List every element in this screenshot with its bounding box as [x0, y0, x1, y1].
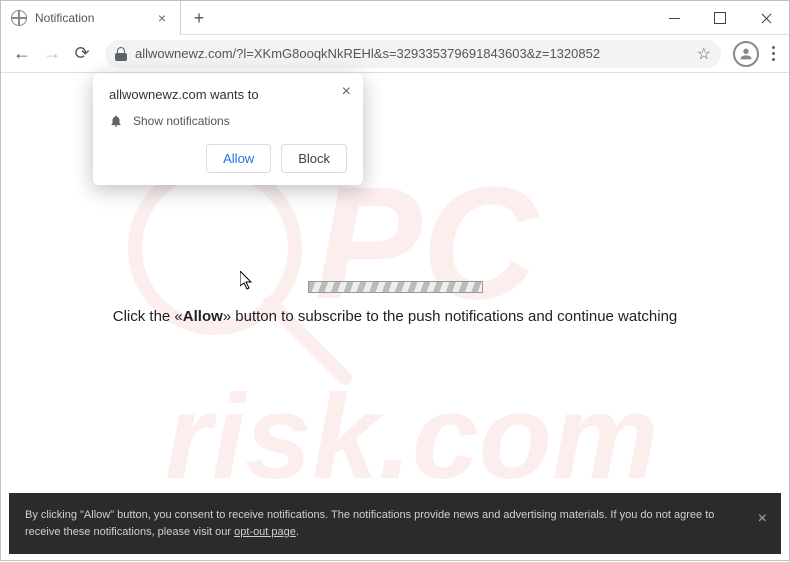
window-controls: [651, 1, 789, 35]
globe-icon: [11, 10, 27, 26]
banner-text: By clicking "Allow" button, you consent …: [25, 509, 714, 538]
center-content: Click the «Allow» button to subscribe to…: [1, 281, 789, 326]
browser-toolbar: ← → ⟳ allwownewz.com/?l=XKmG8ooqkNkREHl&…: [1, 35, 789, 73]
popup-text: Show notifications: [133, 114, 230, 128]
window-minimize-button[interactable]: [651, 1, 697, 35]
tab-close-icon[interactable]: ×: [154, 10, 170, 26]
window-close-button[interactable]: [743, 1, 789, 35]
profile-avatar[interactable]: [733, 41, 759, 67]
bookmark-star-icon[interactable]: ☆: [697, 44, 711, 64]
browser-tab[interactable]: Notification ×: [1, 1, 181, 35]
mouse-cursor-icon: [240, 271, 254, 296]
popup-title: allwownewz.com wants to: [109, 87, 347, 102]
lock-icon: [115, 47, 127, 61]
url-text: allwownewz.com/?l=XKmG8ooqkNkREHl&s=3293…: [135, 46, 600, 61]
forward-button[interactable]: →: [37, 39, 67, 69]
person-icon: [738, 46, 754, 62]
progress-bar: [308, 281, 483, 293]
reload-button[interactable]: ⟳: [67, 39, 97, 69]
svg-text:risk.com: risk.com: [165, 370, 659, 504]
consent-banner: By clicking "Allow" button, you consent …: [9, 493, 781, 554]
block-button[interactable]: Block: [281, 144, 347, 173]
new-tab-button[interactable]: +: [185, 4, 213, 32]
banner-close-icon[interactable]: ×: [758, 507, 767, 531]
instruction-text: Click the «Allow» button to subscribe to…: [1, 308, 789, 326]
address-bar[interactable]: allwownewz.com/?l=XKmG8ooqkNkREHl&s=3293…: [105, 40, 721, 68]
tab-title: Notification: [35, 11, 154, 25]
menu-button[interactable]: [763, 46, 783, 61]
opt-out-link[interactable]: opt-out page: [234, 526, 296, 538]
back-button[interactable]: ←: [7, 39, 37, 69]
window-maximize-button[interactable]: [697, 1, 743, 35]
title-bar: Notification × +: [1, 1, 789, 35]
bell-icon: [109, 114, 123, 128]
popup-close-icon[interactable]: ×: [342, 83, 351, 101]
allow-button[interactable]: Allow: [206, 144, 271, 173]
notification-permission-popup: × allwownewz.com wants to Show notificat…: [93, 73, 363, 185]
